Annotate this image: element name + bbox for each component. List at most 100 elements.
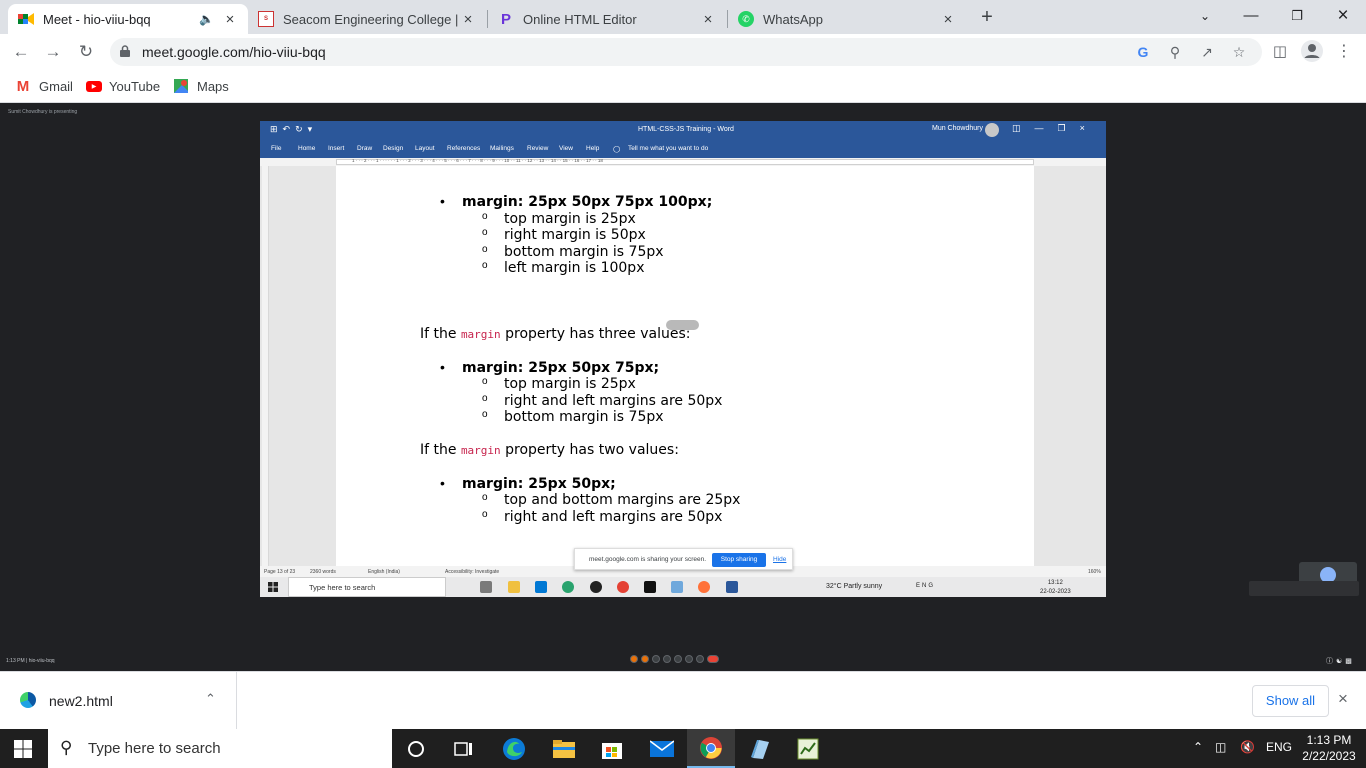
task-view-icon[interactable] (440, 729, 488, 768)
tab-whatsapp[interactable]: ✆ WhatsApp × (728, 4, 966, 34)
word-menu-help[interactable]: Help (586, 145, 599, 152)
word-menu-review[interactable]: Review (527, 145, 548, 152)
status-accessibility[interactable]: Accessibility: Investigate (445, 569, 499, 575)
word-menu-insert[interactable]: Insert (328, 145, 344, 152)
weather-widget: 32°C Partly sunny (826, 583, 883, 590)
meet-controls (630, 655, 719, 663)
document-page[interactable]: • margin: 25px 50px 75px 100px; o top ma… (336, 166, 1034, 566)
stop-sharing-button[interactable]: Stop sharing (712, 553, 766, 567)
bookmarks-bar: M Gmail ▶ YouTube Maps (0, 70, 1366, 103)
cortana-icon[interactable] (392, 729, 440, 768)
system-clock[interactable]: 1:13 PM 2/22/2023 (1300, 732, 1358, 764)
status-words: 2360 words (310, 569, 336, 575)
youtube-icon: ▶ (86, 80, 102, 92)
more-menu-icon[interactable]: ⋮ (1332, 40, 1356, 64)
word-doc-title: HTML-CSS-JS Training - Word (638, 126, 734, 133)
close-tab-icon[interactable]: × (700, 11, 716, 28)
share-icon[interactable]: ↗ (1197, 42, 1217, 62)
bullet-circle: o (482, 409, 488, 420)
bullet-circle: o (482, 393, 488, 404)
microsoft-store-icon[interactable] (588, 729, 636, 768)
captions-button[interactable] (641, 655, 649, 663)
reactions-button[interactable] (630, 655, 638, 663)
spreadsheet-app-icon[interactable] (784, 729, 832, 768)
bookmark-star-icon[interactable]: ☆ (1229, 42, 1249, 62)
gmail-icon: M (16, 77, 30, 95)
word-menu-draw[interactable]: Draw (357, 145, 372, 152)
maps-icon (172, 79, 190, 93)
shared-date: 22-02-2023 (1040, 589, 1071, 595)
taskbar-search-box[interactable]: ⚲ Type here to search (48, 729, 392, 768)
leave-call-button[interactable] (707, 655, 719, 663)
chevron-up-icon[interactable]: ⌃ (1193, 740, 1203, 754)
close-tab-icon[interactable]: × (460, 11, 476, 28)
mic-button[interactable] (652, 655, 660, 663)
address-bar[interactable]: meet.google.com/hio-viiu-bqq G ⚲ ↗ ☆ (110, 38, 1262, 66)
reload-icon[interactable]: ↻ (73, 39, 99, 65)
bookmark-gmail[interactable]: M Gmail (14, 76, 73, 96)
shared-tray-lang: ENG (916, 583, 936, 589)
minimize-button[interactable]: — (1228, 0, 1274, 34)
whatsapp-icon: ✆ (738, 11, 754, 27)
word-menu-mailings[interactable]: Mailings (490, 145, 514, 152)
tab-html-editor[interactable]: P Online HTML Editor × (488, 4, 726, 34)
close-icon[interactable]: × (1338, 689, 1348, 709)
status-zoom[interactable]: 160% (1088, 569, 1101, 575)
download-item[interactable]: new2.html ⌃ (0, 672, 237, 729)
close-tab-icon[interactable]: × (222, 11, 238, 28)
restore-button[interactable]: ❐ (1274, 0, 1320, 34)
doc-heading-3: margin: 25px 50px; (462, 476, 616, 492)
word-menu-layout[interactable]: Layout (415, 145, 435, 152)
google-translate-icon[interactable]: G (1133, 42, 1153, 62)
file-explorer-icon[interactable] (540, 729, 588, 768)
notes-app-icon[interactable] (736, 729, 784, 768)
ruler-numbers: 1 · · · 2 · · · 1 · · · · · · 1 · · · 2 … (352, 158, 603, 163)
inline-code: margin (460, 444, 501, 457)
word-menu-home[interactable]: Home (298, 145, 315, 152)
chrome-icon[interactable] (687, 729, 735, 768)
shared-time: 13:12 (1047, 580, 1063, 586)
shared-screen: ⊞↶↻▾ HTML-CSS-JS Training - Word Mun Cho… (260, 121, 1106, 597)
more-options-button[interactable] (696, 655, 704, 663)
word-menu-file[interactable]: File (271, 145, 281, 152)
word-menu-design[interactable]: Design (383, 145, 403, 152)
side-panel-icon[interactable]: ◫ (1268, 40, 1292, 64)
word-menu-view[interactable]: View (559, 145, 573, 152)
word-tell-me[interactable]: Tell me what you want to do (628, 145, 708, 152)
mail-icon[interactable] (638, 729, 686, 768)
bookmark-youtube[interactable]: ▶ YouTube (86, 76, 160, 96)
tab-meet[interactable]: Meet - hio-viiu-bqq 🔈 × (8, 4, 248, 34)
raise-hand-button[interactable] (685, 655, 693, 663)
meet-notification-chip[interactable] (1249, 581, 1359, 596)
camera-button[interactable] (663, 655, 671, 663)
bookmark-maps[interactable]: Maps (172, 76, 229, 96)
present-button[interactable] (674, 655, 682, 663)
close-tab-icon[interactable]: × (940, 11, 956, 28)
close-window-button[interactable]: × (1320, 0, 1366, 34)
chrome-icon (617, 581, 629, 593)
zoom-icon[interactable]: ⚲ (1165, 42, 1185, 62)
speaker-icon[interactable]: 🔈 (199, 12, 214, 26)
back-arrow-icon[interactable]: ← (8, 39, 34, 65)
profile-avatar-icon[interactable] (1300, 40, 1324, 64)
input-language[interactable]: ENG (1266, 740, 1292, 754)
show-all-button[interactable]: Show all (1252, 685, 1329, 717)
edge-icon[interactable] (490, 729, 538, 768)
bullet-circle: o (482, 211, 488, 222)
tab-search-chevron-icon[interactable]: ⌄ (1182, 0, 1228, 34)
floating-toolbar[interactable] (666, 320, 699, 330)
new-tab-button[interactable]: + (976, 6, 998, 28)
network-icon[interactable]: ◫ (1215, 740, 1226, 754)
tab-seacom[interactable]: S Seacom Engineering College | Be × (248, 4, 486, 34)
forward-arrow-icon[interactable]: → (40, 39, 66, 65)
volume-muted-icon[interactable]: 🔇 (1240, 740, 1255, 754)
hide-link[interactable]: Hide (773, 556, 786, 563)
windows-start-icon[interactable] (14, 740, 32, 758)
bullet-dot: • (440, 475, 445, 491)
word-menu-references[interactable]: References (447, 145, 480, 152)
meet-side-controls[interactable]: ⓘ☯▩ (1326, 656, 1355, 666)
vertical-ruler (262, 166, 269, 566)
html-editor-icon: P (500, 10, 511, 28)
chevron-up-icon[interactable]: ⌃ (205, 691, 216, 707)
screen-share-bar: meet.google.com is sharing your screen. … (574, 548, 793, 570)
